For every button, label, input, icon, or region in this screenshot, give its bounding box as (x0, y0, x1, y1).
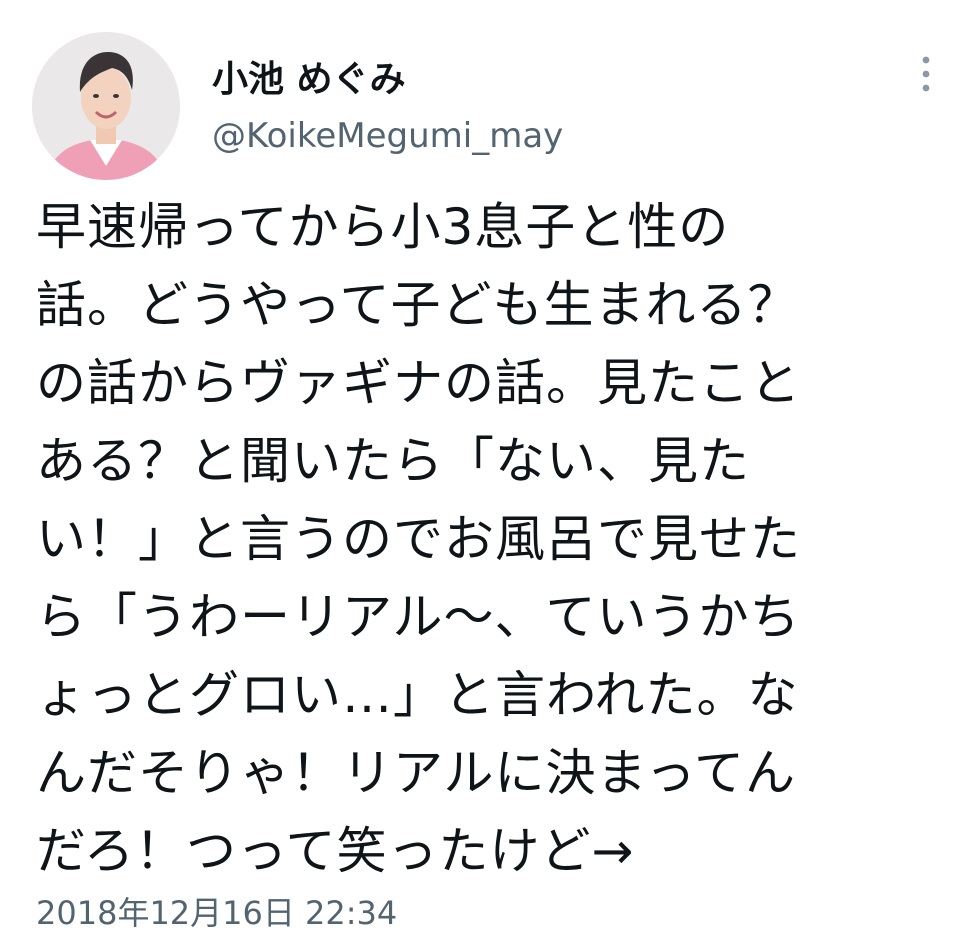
tweet-text-line: んだそりゃ！リアルに決まってん (36, 744, 796, 802)
tweet-text-line: の話からヴァギナの話。見たこと (36, 354, 801, 412)
author-handle[interactable]: @KoikeMegumi_may (212, 116, 563, 156)
tweet: 小池 めぐみ @KoikeMegumi_may 早速帰ってから小3息子と性の 話… (0, 0, 968, 948)
avatar[interactable] (32, 32, 180, 180)
tweet-text-line: ある？と聞いたら「ない、見た (36, 432, 750, 490)
tweet-text-line: だろ！つって笑ったけど→ (36, 822, 635, 880)
tweet-text-line: ら「うわーリアル〜、ていうかち (36, 588, 801, 646)
author-display-name[interactable]: 小池 めぐみ (212, 50, 406, 102)
tweet-text-line: い！」と言うのでお風呂で見せた (36, 510, 801, 568)
tweet-text-line: 早速帰ってから小3息子と性の (36, 198, 730, 256)
tweet-text-line: 話。どうやって子ども生まれる？ (36, 276, 799, 334)
tweet-text-line: ょっとグロい…」と言われた。な (36, 666, 799, 724)
more-vertical-icon[interactable] (904, 52, 948, 96)
tweet-text: 早速帰ってから小3息子と性の 話。どうやって子ども生まれる？ の話からヴァギナの… (36, 188, 956, 890)
avatar-photo (32, 32, 180, 180)
tweet-timestamp[interactable]: 2018年12月16日 22:34 (36, 888, 397, 934)
